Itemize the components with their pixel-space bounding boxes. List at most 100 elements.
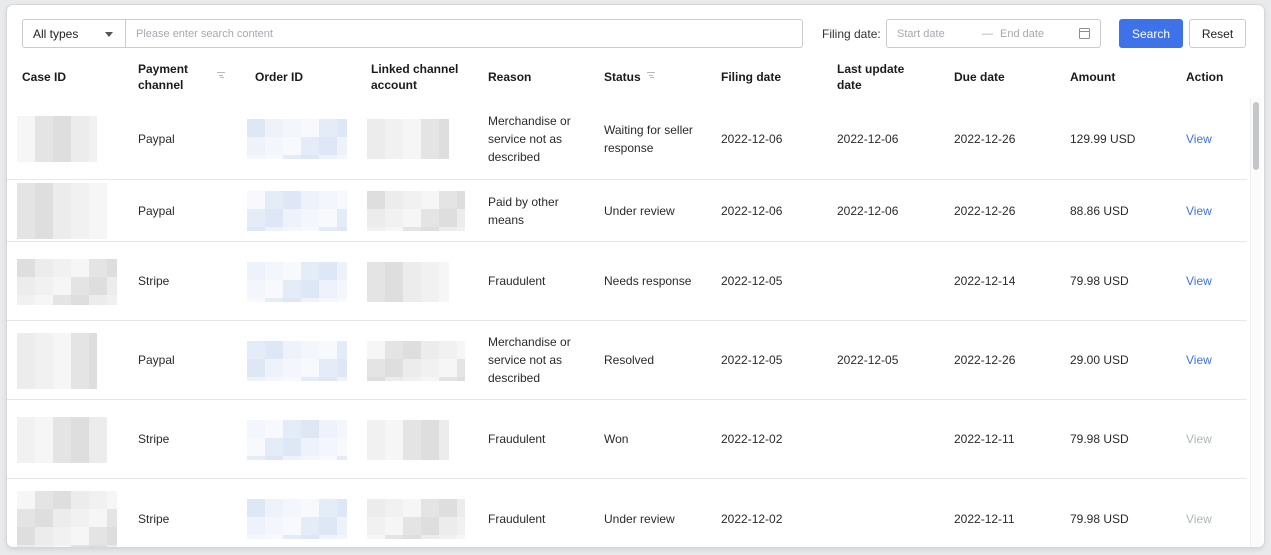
table-row: Paypal Merchandise or service not as desc… — [7, 98, 1247, 180]
filing-date-cell: 2022-12-06 — [721, 131, 783, 146]
due-date-cell: 2022-12-11 — [954, 432, 1015, 446]
column-header-last-update: Last update date — [837, 62, 905, 92]
order-id-redacted — [247, 499, 347, 539]
payment-channel-cell: Stripe — [138, 432, 170, 446]
status-cell: Needs response — [604, 274, 692, 288]
column-header-linked-account: Linked channel account — [371, 62, 459, 92]
case-id-redacted — [17, 258, 117, 305]
status-cell: Waiting for seller response — [604, 122, 693, 155]
amount-cell: 79.98 USD — [1070, 432, 1129, 446]
linked-account-redacted — [367, 499, 465, 539]
column-header-reason: Reason — [488, 70, 532, 84]
due-date-cell: 2022-12-11 — [954, 511, 1015, 526]
search-input[interactable] — [125, 19, 803, 48]
status-filter-icon[interactable] — [647, 72, 655, 78]
linked-account-redacted — [367, 340, 465, 381]
case-id-redacted — [17, 491, 117, 547]
reason-cell: Fraudulent — [488, 511, 546, 526]
amount-cell: 29.00 USD — [1070, 353, 1129, 367]
reason-cell: Paid by other means — [488, 194, 559, 227]
filing-date-cell: 2022-12-06 — [721, 203, 783, 218]
column-header-payment-channel: Payment channel — [138, 62, 189, 92]
column-header-filing-date: Filing date — [721, 70, 781, 84]
reason-cell: Merchandise or service not as described — [488, 113, 571, 164]
order-id-redacted — [247, 419, 347, 460]
status-cell: Under review — [604, 511, 675, 526]
order-id-redacted — [247, 119, 347, 159]
column-header-case-id: Case ID — [22, 70, 67, 84]
view-link: View — [1186, 432, 1212, 446]
table-row: Stripe Fraudulent Won 2022-12-02 2022-12-11 7… — [7, 400, 1247, 479]
order-id-redacted — [247, 340, 347, 381]
filing-date-range-picker[interactable]: Start date — End date — [886, 19, 1101, 48]
reset-button[interactable]: Reset — [1189, 19, 1246, 48]
linked-account-redacted — [367, 419, 449, 460]
search-button[interactable]: Search — [1119, 19, 1183, 48]
payment-channel-cell: Paypal — [138, 131, 175, 146]
payment-channel-cell: Paypal — [138, 353, 175, 367]
amount-cell: 79.98 USD — [1070, 511, 1129, 526]
action-cell: View — [1186, 321, 1212, 399]
case-id-redacted — [17, 183, 107, 239]
type-select[interactable]: All types — [22, 19, 126, 48]
last-update-cell: 2022-12-05 — [837, 353, 899, 367]
table-header: Case ID Payment channel Order ID Linked … — [7, 56, 1264, 98]
start-date-placeholder: Start date — [897, 27, 945, 40]
calendar-icon — [1079, 28, 1090, 39]
filing-date-label: Filing date: — [822, 27, 881, 41]
due-date-cell: 2022-12-26 — [954, 131, 1016, 146]
last-update-cell: 2022-12-06 — [837, 203, 899, 218]
column-header-order-id: Order ID — [255, 70, 304, 84]
status-cell: Resolved — [604, 353, 655, 367]
last-update-cell: 2022-12-06 — [837, 131, 899, 146]
filing-date-cell: 2022-12-05 — [721, 274, 783, 288]
case-id-redacted — [17, 116, 97, 162]
due-date-cell: 2022-12-14 — [954, 274, 1016, 288]
payment-channel-cell: Paypal — [138, 203, 175, 218]
caret-down-icon — [105, 32, 113, 37]
amount-cell: 79.98 USD — [1070, 274, 1129, 288]
table-row: Paypal Paid by other means Under review 202… — [7, 180, 1247, 242]
table-body: Paypal Merchandise or service not as desc… — [7, 98, 1247, 547]
view-link[interactable]: View — [1186, 272, 1212, 290]
view-link[interactable]: View — [1186, 130, 1212, 148]
linked-account-redacted — [367, 261, 449, 302]
end-date-placeholder: End date — [1000, 27, 1045, 40]
payment-channel-cell: Stripe — [138, 511, 170, 526]
reason-cell: Fraudulent — [488, 432, 546, 446]
payment-channel-cell: Stripe — [138, 274, 170, 288]
status-cell: Won — [604, 432, 629, 446]
order-id-redacted — [247, 261, 347, 302]
column-header-status: Status — [604, 70, 641, 84]
view-link[interactable]: View — [1186, 202, 1212, 220]
payment-channel-filter-icon[interactable] — [217, 72, 225, 78]
table-row: Stripe Fraudulent Needs response 2022-12-05… — [7, 242, 1247, 321]
column-header-amount: Amount — [1070, 70, 1116, 84]
action-cell: View — [1186, 180, 1212, 241]
action-cell: View — [1186, 98, 1212, 179]
case-id-redacted — [17, 332, 97, 389]
reason-cell: Merchandise or service not as described — [488, 335, 571, 385]
action-cell: View — [1186, 479, 1212, 547]
column-header-action: Action — [1186, 70, 1224, 84]
filter-toolbar: All types Filing date: Start date — End … — [22, 19, 1252, 49]
view-link: View — [1186, 511, 1212, 526]
amount-cell: 88.86 USD — [1070, 203, 1129, 218]
column-header-due-date: Due date — [954, 70, 1005, 84]
amount-cell: 129.99 USD — [1070, 131, 1136, 146]
table-row: Paypal Merchandise or service not as desc… — [7, 321, 1247, 400]
filing-date-cell: 2022-12-02 — [721, 432, 783, 446]
status-cell: Under review — [604, 203, 675, 218]
table-scrollbar-thumb[interactable] — [1253, 102, 1259, 170]
due-date-cell: 2022-12-26 — [954, 203, 1016, 218]
action-cell: View — [1186, 242, 1212, 320]
view-link[interactable]: View — [1186, 351, 1212, 369]
table-row: Stripe Fraudulent Under review 2022-12-02 20… — [7, 479, 1247, 547]
order-id-redacted — [247, 191, 347, 231]
linked-account-redacted — [367, 119, 449, 159]
filing-date-cell: 2022-12-02 — [721, 511, 783, 526]
action-cell: View — [1186, 400, 1212, 478]
filing-date-cell: 2022-12-05 — [721, 353, 783, 367]
linked-account-redacted — [367, 191, 465, 231]
disputes-window: All types Filing date: Start date — End … — [7, 5, 1264, 547]
